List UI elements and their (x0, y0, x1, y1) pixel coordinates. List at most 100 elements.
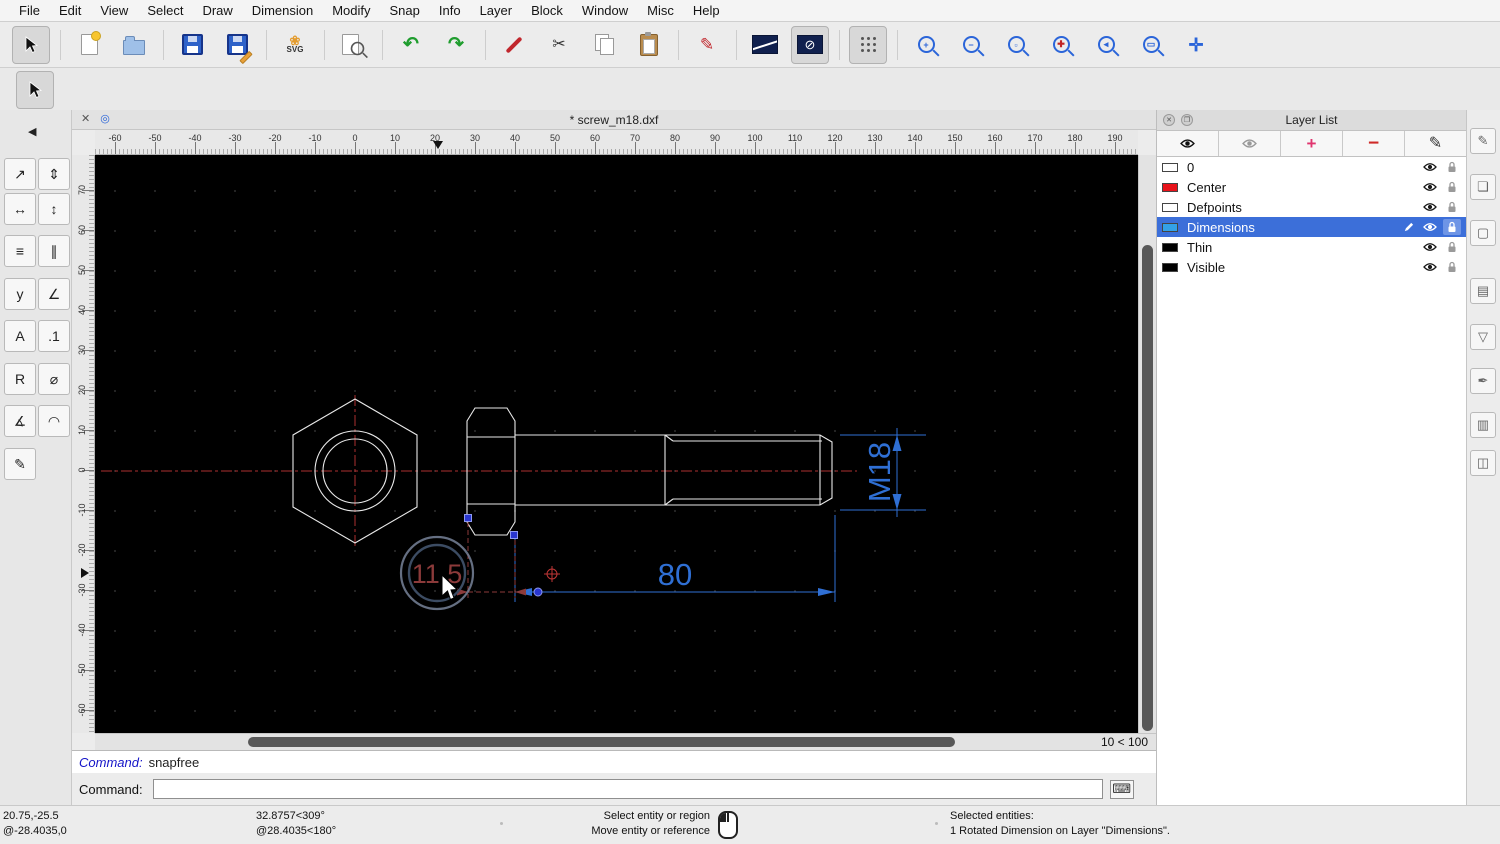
layer-row-center[interactable]: Center (1157, 177, 1466, 197)
layer-visibility-eye-icon[interactable] (1421, 202, 1439, 212)
cut-button[interactable]: ✂ (540, 26, 578, 64)
paste-button[interactable] (630, 26, 668, 64)
open-file-button[interactable] (115, 26, 153, 64)
clipboard-panel-icon[interactable]: ◫ (1470, 450, 1496, 476)
menu-select[interactable]: Select (144, 3, 186, 18)
zoom-auto-button[interactable]: ▫ (997, 26, 1035, 64)
save-as-button[interactable] (218, 26, 256, 64)
dim-vertical-button[interactable]: ↕ (38, 193, 70, 225)
layer-row-0[interactable]: 0 (1157, 157, 1466, 177)
open-folder-icon (123, 35, 145, 55)
menu-window[interactable]: Window (579, 3, 631, 18)
dim-diametric-button[interactable]: ⌀ (38, 363, 70, 395)
pen-attributes-button[interactable]: ✎ (688, 26, 726, 64)
layer-lock-icon[interactable] (1443, 241, 1461, 253)
remove-layer-button[interactable]: − (1343, 131, 1405, 156)
dim-horizontal-button[interactable]: ↔ (4, 193, 36, 225)
active-select-tool-button[interactable] (16, 71, 54, 109)
select-tool-button[interactable] (12, 25, 50, 64)
layer-lock-icon[interactable] (1443, 161, 1461, 173)
dim-11-5-text[interactable]: 11.5 (412, 559, 463, 589)
menu-misc[interactable]: Misc (644, 3, 677, 18)
copy-button[interactable] (585, 26, 623, 64)
layer-lock-icon[interactable] (1443, 181, 1461, 193)
vertical-scrollbar[interactable] (1138, 155, 1156, 733)
library-browser-panel-icon[interactable]: ▢ (1470, 220, 1496, 246)
drawing-canvas[interactable]: 80 M18 11.5 (95, 155, 1138, 733)
dim-angle-button[interactable]: ∡ (4, 405, 36, 437)
menu-block[interactable]: Block (528, 3, 566, 18)
grid-toggle-button[interactable] (849, 25, 887, 64)
menu-help[interactable]: Help (690, 3, 723, 18)
dim-leader-button[interactable]: ✎ (4, 448, 36, 480)
circle-tool-button[interactable]: ⊘ (791, 25, 829, 64)
menu-layer[interactable]: Layer (477, 3, 516, 18)
dim-m18-text[interactable]: M18 (862, 442, 897, 502)
dim-label-button[interactable]: A (4, 320, 36, 352)
add-layer-button[interactable]: + (1281, 131, 1343, 156)
layer-visibility-eye-icon[interactable] (1421, 242, 1439, 252)
zoom-previous-button[interactable]: ◂ (1087, 26, 1125, 64)
layer-visibility-eye-icon[interactable] (1421, 222, 1439, 232)
hide-all-layers-button[interactable] (1219, 131, 1281, 156)
menu-snap[interactable]: Snap (387, 3, 423, 18)
dim-baseline-button[interactable]: ≡ (4, 235, 36, 267)
pan-button[interactable]: ✛ (1177, 26, 1215, 64)
layer-lock-icon[interactable] (1443, 201, 1461, 213)
layer-lock-icon[interactable] (1443, 261, 1461, 273)
keyboard-toggle-button[interactable]: ⌨ (1109, 779, 1134, 799)
dim-80-text[interactable]: 80 (658, 557, 692, 592)
dim-linear-button[interactable]: ⇕ (38, 158, 70, 190)
menu-info[interactable]: Info (436, 3, 464, 18)
dim-angular-button[interactable]: ∠ (38, 278, 70, 310)
undo-button[interactable]: ↶ (392, 26, 430, 64)
vertical-scrollbar-thumb[interactable] (1142, 245, 1153, 731)
show-all-layers-button[interactable] (1157, 131, 1219, 156)
dim-aligned-button[interactable]: ↗ (4, 158, 36, 190)
zoom-redraw-button[interactable]: ✚ (1042, 26, 1080, 64)
horizontal-scrollbar[interactable]: 10 < 100 (95, 733, 1156, 750)
dim-arc-button[interactable]: ◠ (38, 405, 70, 437)
layer-row-thin[interactable]: Thin (1157, 237, 1466, 257)
layer-visibility-eye-icon[interactable] (1421, 162, 1439, 172)
layer-filter-panel-icon[interactable]: ▽ (1470, 324, 1496, 350)
dim-radial-button[interactable]: R (4, 363, 36, 395)
dim-tolerance-button[interactable]: .1 (38, 320, 70, 352)
menu-edit[interactable]: Edit (56, 3, 84, 18)
layer-row-dimensions[interactable]: Dimensions (1157, 217, 1466, 237)
dim-continue-button[interactable]: ∥ (38, 235, 70, 267)
pen-palette-panel-icon[interactable]: ✒ (1470, 368, 1496, 394)
collapse-toolbar-button[interactable]: ◀ (28, 125, 36, 138)
property-editor-panel-icon[interactable]: ✎ (1470, 128, 1496, 154)
print-preview-button[interactable] (334, 26, 372, 64)
command-input[interactable] (152, 779, 1103, 799)
layer-lock-icon[interactable] (1443, 219, 1461, 235)
layer-visibility-eye-icon[interactable] (1421, 262, 1439, 272)
menu-view[interactable]: View (97, 3, 131, 18)
line-attributes-button[interactable] (746, 26, 784, 64)
layer-edit-pen-icon[interactable] (1399, 222, 1417, 233)
menubar: File Edit View Select Draw Dimension Modify Sna… (0, 0, 1500, 22)
layer-row-visible[interactable]: Visible (1157, 257, 1466, 277)
horizontal-scrollbar-thumb[interactable] (248, 737, 955, 747)
modify-layer-button[interactable]: ✎ (1405, 131, 1466, 156)
menu-file[interactable]: File (16, 3, 43, 18)
zoom-out-button[interactable]: − (952, 26, 990, 64)
save-button[interactable] (173, 26, 211, 64)
command-widget-panel-icon[interactable]: ▤ (1470, 278, 1496, 304)
redo-button[interactable]: ↷ (437, 26, 475, 64)
menu-modify[interactable]: Modify (329, 3, 373, 18)
svg-export-button[interactable]: ❀ SVG (276, 26, 314, 64)
matrix-panel-icon[interactable]: ▥ (1470, 412, 1496, 438)
canvas-viewport[interactable]: 80 M18 11.5 (95, 155, 1138, 733)
menu-dimension[interactable]: Dimension (249, 3, 316, 18)
zoom-in-button[interactable]: + (907, 26, 945, 64)
layer-visibility-eye-icon[interactable] (1421, 182, 1439, 192)
new-document-button[interactable] (70, 26, 108, 64)
layer-row-defpoints[interactable]: Defpoints (1157, 197, 1466, 217)
dim-ordinate-button[interactable]: y (4, 278, 36, 310)
delete-button[interactable] (495, 26, 533, 64)
menu-draw[interactable]: Draw (199, 3, 235, 18)
zoom-window-button[interactable]: ▭ (1132, 26, 1170, 64)
block-list-panel-icon[interactable]: ❏ (1470, 174, 1496, 200)
